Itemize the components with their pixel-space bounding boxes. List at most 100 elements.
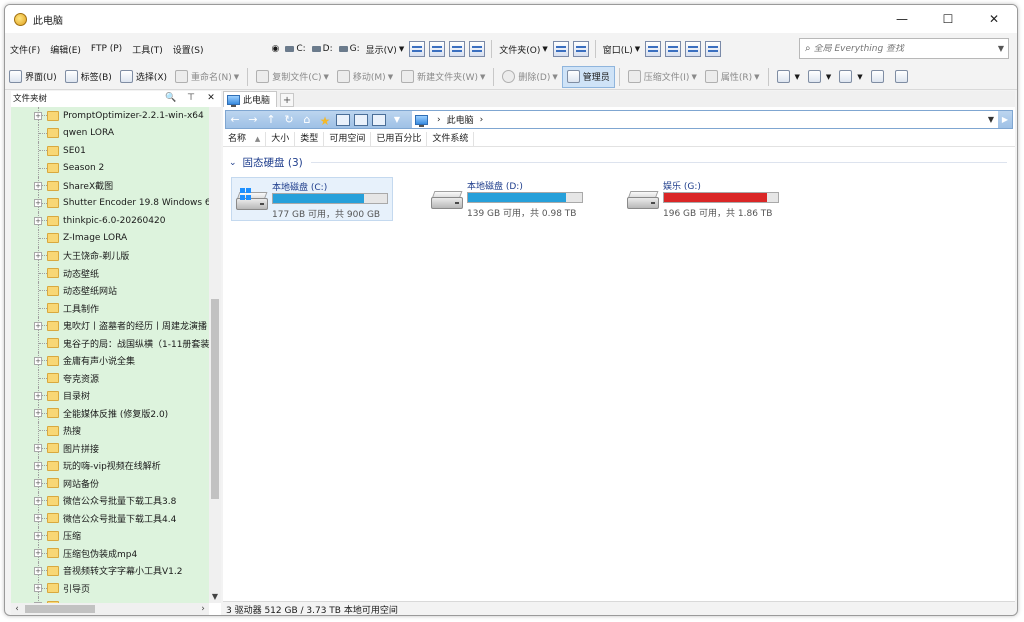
scroll-down-icon[interactable]: ▼ bbox=[209, 591, 221, 603]
tree-item[interactable]: + 目录树 bbox=[11, 387, 209, 405]
drive-tile[interactable]: 本地磁盘 (C:) 177 GB 可用，共 900 GB bbox=[231, 177, 393, 221]
column-header-size[interactable]: 大小 bbox=[266, 131, 296, 146]
address-path-field[interactable]: › 此电脑 › bbox=[412, 111, 984, 128]
tree-item[interactable]: qwen LORA bbox=[11, 124, 209, 142]
copy-file-button[interactable]: 复制文件(C) ▼ bbox=[252, 66, 333, 88]
tree-item[interactable]: 热搜 bbox=[11, 422, 209, 440]
tree-expand-icon[interactable]: + bbox=[34, 251, 42, 260]
new-folder-button[interactable]: 新建文件夹(W) ▼ bbox=[397, 66, 489, 88]
view-tiles-icon[interactable] bbox=[449, 41, 466, 57]
tree-item[interactable]: + 金庸有声小说全集 bbox=[11, 352, 209, 370]
column-header-used-percent[interactable]: 已用百分比 bbox=[371, 131, 428, 146]
tree-item[interactable]: + 网站备份 bbox=[11, 474, 209, 492]
tree-item[interactable]: 鬼谷子的局：战国纵横（1-11册套装 bbox=[11, 334, 209, 352]
delete-button[interactable]: 删除(D) ▼ bbox=[498, 66, 561, 88]
menu-edit[interactable]: 编辑(E) bbox=[45, 43, 86, 56]
tree-item[interactable]: + 大王饶命-剃儿版 bbox=[11, 247, 209, 265]
tree-expand-icon[interactable]: + bbox=[34, 199, 42, 208]
preview-tool-button[interactable] bbox=[891, 66, 915, 88]
refresh-icon[interactable]: ↻ bbox=[280, 113, 298, 126]
tree-expand-icon[interactable]: + bbox=[34, 479, 42, 488]
tree-expand-icon[interactable]: + bbox=[34, 181, 42, 190]
tree-pin-icon[interactable]: ⊤ bbox=[181, 93, 201, 103]
layout-split-horizontal-icon[interactable] bbox=[685, 41, 702, 57]
tree-vertical-scrollbar[interactable]: ▼ bbox=[209, 107, 221, 603]
tree-item[interactable]: + thinkpic-6.0-20260420 bbox=[11, 212, 209, 230]
new-tab-button[interactable]: + bbox=[280, 93, 295, 107]
drive-c-button[interactable]: C: bbox=[282, 44, 308, 54]
tree-item[interactable]: + 玩的嗨-vip视频在线解析 bbox=[11, 457, 209, 475]
tree-expand-icon[interactable]: + bbox=[34, 321, 42, 330]
group-header-ssd[interactable]: ⌄ 固态硬盘 (3) bbox=[229, 155, 1007, 170]
compress-button[interactable]: 压缩文件(I) ▼ bbox=[624, 66, 701, 88]
move-button[interactable]: 移动(M) ▼ bbox=[333, 66, 397, 88]
rename-button[interactable]: 重命名(N) ▼ bbox=[171, 66, 243, 88]
webcam-icon[interactable]: ◉ bbox=[268, 44, 282, 54]
tree-item[interactable]: 夸克资源 bbox=[11, 369, 209, 387]
tree-item[interactable]: 动态壁纸 bbox=[11, 264, 209, 282]
layout-toggle-icon[interactable] bbox=[336, 113, 350, 126]
tree-item[interactable]: SE01 bbox=[11, 142, 209, 160]
menu-ftp[interactable]: FTP (P) bbox=[86, 44, 127, 54]
drive-tile[interactable]: 本地磁盘 (D:) 139 GB 可用，共 0.98 TB bbox=[427, 177, 589, 221]
column-header-free-space[interactable]: 可用空间 bbox=[324, 131, 372, 146]
menu-settings[interactable]: 设置(S) bbox=[168, 43, 209, 56]
tree-item[interactable]: + PromptOptimizer-2.2.1-win-x64 bbox=[11, 107, 209, 125]
folder-menu-button[interactable]: 文件夹(O) ▼ bbox=[496, 43, 551, 56]
scroll-right-icon[interactable]: › bbox=[197, 603, 209, 615]
address-history-dropdown-icon[interactable]: ▼ bbox=[984, 111, 998, 128]
view-preview-icon[interactable] bbox=[469, 41, 486, 57]
home-icon[interactable]: ⌂ bbox=[298, 113, 316, 126]
tree-expand-icon[interactable]: + bbox=[34, 111, 42, 120]
tree-expand-icon[interactable]: + bbox=[34, 216, 42, 225]
minimize-button[interactable]: — bbox=[879, 5, 925, 33]
address-go-icon[interactable]: ▶ bbox=[998, 115, 1012, 124]
tree-expand-icon[interactable]: + bbox=[34, 496, 42, 505]
interface-button[interactable]: 界面(U) bbox=[5, 66, 61, 88]
view-mode-button[interactable]: ▼ bbox=[773, 66, 804, 88]
everything-search-input[interactable] bbox=[813, 43, 994, 54]
view-list-icon[interactable] bbox=[429, 41, 446, 57]
tree-expand-icon[interactable]: + bbox=[34, 444, 42, 453]
tree-horizontal-scroll-thumb[interactable] bbox=[25, 605, 95, 613]
chevron-down-icon[interactable]: ▼ bbox=[388, 115, 406, 124]
tree-item[interactable]: + 音视频转文字字幕小工具V1.2 bbox=[11, 562, 209, 580]
scroll-left-icon[interactable]: ‹ bbox=[11, 603, 23, 615]
menu-tools[interactable]: 工具(T) bbox=[127, 43, 168, 56]
maximize-button[interactable]: ☐ bbox=[925, 5, 971, 33]
tab-this-pc[interactable]: 此电脑 bbox=[223, 91, 278, 107]
tree-expand-icon[interactable]: + bbox=[34, 514, 42, 523]
tree-item[interactable]: + 压缩 bbox=[11, 527, 209, 545]
column-header-file-system[interactable]: 文件系统 bbox=[427, 131, 475, 146]
desktop-icon[interactable] bbox=[372, 113, 386, 126]
collapse-caret-icon[interactable]: ⌄ bbox=[229, 158, 237, 168]
everything-search-box[interactable]: ⌕ ▼ bbox=[799, 38, 1009, 59]
layout-split-vertical-icon[interactable] bbox=[665, 41, 682, 57]
layout-sync-icon[interactable] bbox=[705, 41, 722, 57]
tree-search-icon[interactable]: 🔍 bbox=[161, 93, 181, 103]
drive-d-button[interactable]: D: bbox=[309, 44, 336, 54]
tree-item[interactable]: + ShareX截图 bbox=[11, 177, 209, 195]
chevron-down-icon[interactable]: ▼ bbox=[998, 44, 1004, 53]
tree-item[interactable]: + 鬼吹灯丨盗墓者的经历丨周建龙演播 bbox=[11, 317, 209, 335]
tree-item[interactable]: Season 2 bbox=[11, 159, 209, 177]
view-details-icon[interactable] bbox=[409, 41, 426, 57]
folder-layout-alt-icon[interactable] bbox=[572, 41, 589, 57]
tree-expand-icon[interactable]: + bbox=[34, 584, 42, 593]
tree-expand-icon[interactable]: + bbox=[34, 461, 42, 470]
tabs-button[interactable]: 标签(B) bbox=[61, 66, 116, 88]
tree-item[interactable]: + 引导页 bbox=[11, 579, 209, 597]
tree-horizontal-scrollbar[interactable]: ‹ › bbox=[11, 603, 209, 615]
close-button[interactable]: ✕ bbox=[971, 5, 1017, 33]
breadcrumb-chevron-icon[interactable]: › bbox=[480, 115, 484, 125]
panel-toggle-icon[interactable] bbox=[354, 113, 368, 126]
tree-item[interactable]: 动态壁纸网站 bbox=[11, 282, 209, 300]
tree-vertical-scroll-thumb[interactable] bbox=[211, 299, 219, 499]
column-header-name[interactable]: 名称 ▲ bbox=[223, 131, 267, 146]
tree-expand-icon[interactable]: + bbox=[34, 409, 42, 418]
forward-icon[interactable]: → bbox=[244, 113, 262, 126]
tree-item[interactable]: + 微信公众号批量下载工具4.4 bbox=[11, 509, 209, 527]
tree-expand-icon[interactable]: + bbox=[34, 391, 42, 400]
drive-g-button[interactable]: G: bbox=[336, 44, 363, 54]
tree-item[interactable]: + 微信公众号批量下载工具3.8 bbox=[11, 492, 209, 510]
